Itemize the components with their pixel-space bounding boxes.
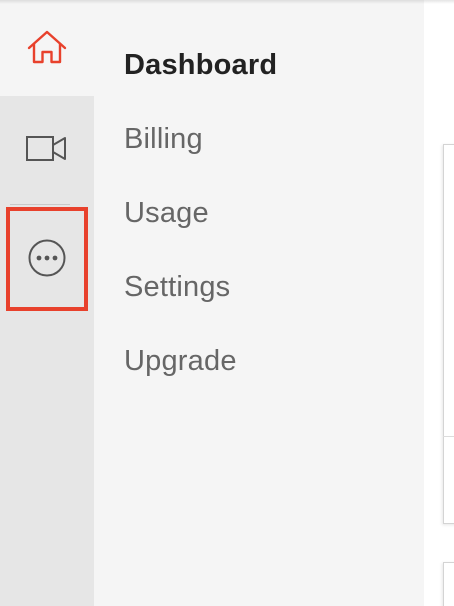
home-icon <box>26 28 68 68</box>
content-card-secondary <box>443 562 454 606</box>
menu-item-settings[interactable]: Settings <box>124 269 230 305</box>
rail-item-home[interactable] <box>0 0 94 96</box>
rail-divider <box>10 204 70 205</box>
menu-item-usage[interactable]: Usage <box>124 195 209 231</box>
rail-item-video[interactable] <box>0 96 94 202</box>
menu-item-upgrade[interactable]: Upgrade <box>124 343 237 379</box>
top-shadow <box>0 0 454 4</box>
app-window: Dashboard Billing Usage Settings Upgrade <box>0 0 454 606</box>
highlight-box <box>6 207 88 311</box>
card-divider <box>443 436 454 437</box>
main-content <box>424 0 454 606</box>
menu-item-billing[interactable]: Billing <box>124 121 203 157</box>
nav-menu: Dashboard Billing Usage Settings Upgrade <box>94 0 424 606</box>
icon-rail <box>0 0 94 606</box>
content-card <box>443 144 454 524</box>
menu-item-dashboard[interactable]: Dashboard <box>124 47 277 83</box>
video-camera-icon <box>25 133 69 165</box>
